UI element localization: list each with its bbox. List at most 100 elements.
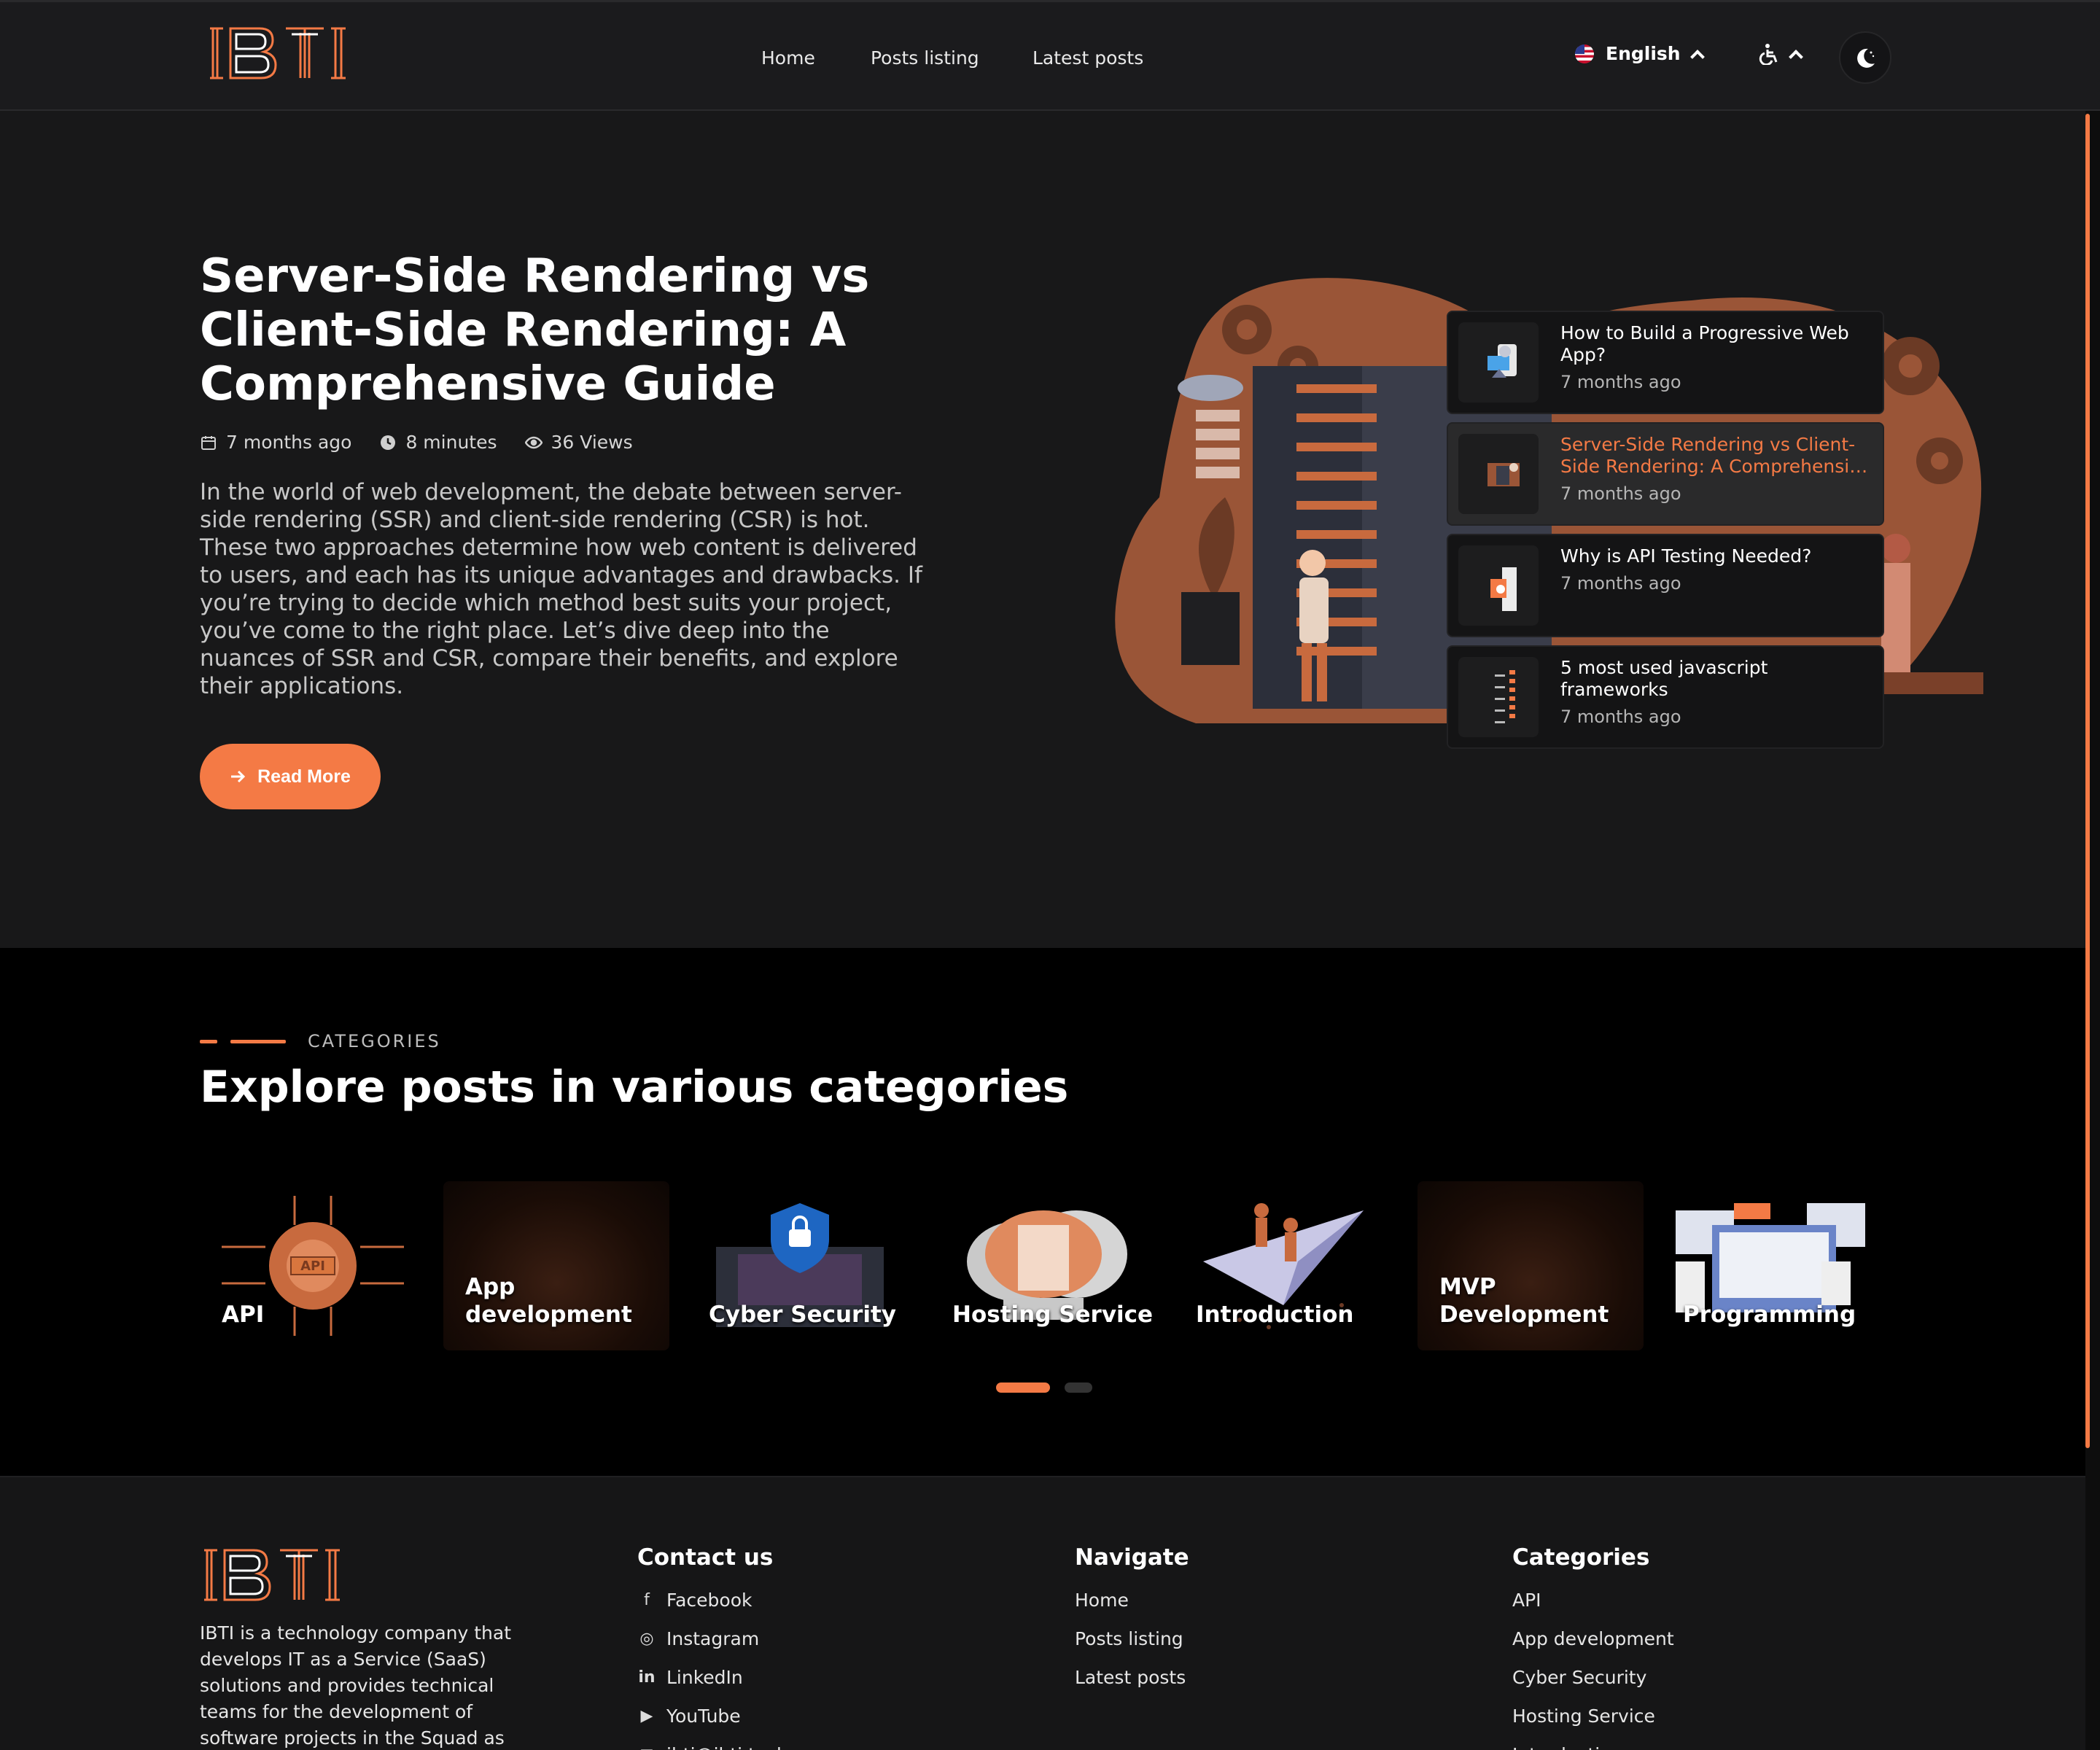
instagram-icon: ◎ <box>639 1630 654 1648</box>
footer-categories: Categories API App development Cyber Sec… <box>1512 1544 1674 1750</box>
recent-post-time: 7 months ago <box>1560 483 1681 504</box>
footer-nav-posts-listing[interactable]: Posts listing <box>1075 1619 1189 1658</box>
footer-nav-latest-posts[interactable]: Latest posts <box>1075 1658 1189 1697</box>
footer-category-app-development[interactable]: App development <box>1512 1619 1674 1658</box>
eyebrow-dash-icon <box>200 1039 286 1043</box>
footer-contact-heading: Contact us <box>637 1544 774 1571</box>
post-date: 7 months ago <box>200 432 351 453</box>
recent-post-title[interactable]: Server-Side Rendering vs Client-Side Ren… <box>1560 434 1872 478</box>
views-text: 36 Views <box>551 432 633 453</box>
footer-link-label: ibti@ibti.tech <box>666 1744 788 1750</box>
footer-category-introduction[interactable]: Introduction <box>1512 1735 1674 1750</box>
nav-latest-posts[interactable]: Latest posts <box>1032 2 1143 113</box>
language-label: English <box>1606 43 1681 64</box>
category-label: Hosting Service <box>952 1302 1154 1328</box>
linkedin-icon: in <box>638 1668 656 1687</box>
language-selector[interactable]: English <box>1575 43 1705 64</box>
post-date-text: 7 months ago <box>226 432 352 453</box>
categories-section: CATEGORIES Explore posts in various cate… <box>0 948 2085 1476</box>
carousel-dot-active[interactable] <box>996 1382 1050 1393</box>
recent-post-time: 7 months ago <box>1560 573 1681 594</box>
footer-link-label: Instagram <box>666 1628 760 1649</box>
post-views: 36 Views <box>524 432 633 453</box>
chevron-up-icon <box>1689 49 1705 64</box>
recent-post-time: 7 months ago <box>1560 372 1681 392</box>
read-more-button[interactable]: Read More <box>200 744 381 809</box>
post-read-time: 8 minutes <box>379 432 497 453</box>
footer-link-email[interactable]: ✉ ibti@ibti.tech <box>637 1735 788 1750</box>
footer-category-api[interactable]: API <box>1512 1581 1674 1619</box>
recent-post-card[interactable]: Why is API Testing Needed? 7 months ago <box>1447 534 1884 637</box>
recent-post-time: 7 months ago <box>1560 707 1681 727</box>
accessibility-icon <box>1759 44 1778 65</box>
calendar-icon <box>201 435 216 450</box>
clock-icon <box>381 435 396 450</box>
category-label: Programming <box>1683 1302 1856 1328</box>
footer-categories-heading: Categories <box>1512 1544 1650 1571</box>
category-card-cyber-security[interactable]: Cyber Security <box>687 1181 913 1350</box>
categories-title: Explore posts in various categories <box>200 1062 1069 1113</box>
mail-icon: ✉ <box>637 1746 656 1750</box>
read-time-text: 8 minutes <box>405 432 497 453</box>
recent-post-title[interactable]: Why is API Testing Needed? <box>1560 545 1872 567</box>
footer-nav-home[interactable]: Home <box>1075 1581 1189 1619</box>
ibti-logo[interactable] <box>206 23 351 84</box>
footer-link-label: LinkedIn <box>666 1667 743 1688</box>
category-card-api[interactable]: API API <box>200 1181 426 1350</box>
category-label: Cyber Security <box>709 1302 896 1328</box>
recent-post-card[interactable]: Server-Side Rendering vs Client-Side Ren… <box>1447 422 1884 526</box>
section-eyebrow: CATEGORIES <box>200 1031 441 1051</box>
category-label: Introduction <box>1196 1302 1354 1328</box>
chevron-up-icon <box>1789 50 1803 64</box>
footer-link-youtube[interactable]: ▶ YouTube <box>637 1697 788 1735</box>
nav-home[interactable]: Home <box>761 2 815 113</box>
category-card-hosting-service[interactable]: Hosting Service <box>930 1181 1156 1350</box>
page-scrollbar[interactable] <box>2085 114 2090 1448</box>
facebook-icon: f <box>644 1591 650 1609</box>
footer-about-text: IBTI is a technology company that develo… <box>200 1622 512 1749</box>
category-label: MVP Development <box>1439 1274 1609 1328</box>
footer-link-label: Facebook <box>666 1590 752 1611</box>
nav-posts-listing[interactable]: Posts listing <box>871 2 979 113</box>
carousel-dot[interactable] <box>1065 1382 1092 1393</box>
eye-icon <box>524 436 542 448</box>
category-label: App development <box>465 1274 632 1328</box>
theme-toggle-button[interactable] <box>1839 31 1891 84</box>
footer-link-label: YouTube <box>666 1706 741 1727</box>
hero-description: In the world of web development, the deb… <box>200 479 922 699</box>
carousel-pagination <box>996 1382 1092 1393</box>
youtube-icon: ▶ <box>640 1707 653 1725</box>
accessibility-menu-button[interactable] <box>1759 43 1803 65</box>
footer-link-linkedin[interactable]: in LinkedIn <box>637 1658 788 1697</box>
svg-text:API: API <box>300 1259 325 1274</box>
moon-icon <box>1857 48 1875 68</box>
recent-posts-list: How to Build a Progressive Web App? 7 mo… <box>1447 311 1884 757</box>
post-thumbnail <box>1458 657 1539 737</box>
recent-post-card[interactable]: How to Build a Progressive Web App? 7 mo… <box>1447 311 1884 414</box>
recent-post-card[interactable]: 5 most used javascript frameworks 7 mont… <box>1447 645 1884 749</box>
recent-post-title[interactable]: 5 most used javascript frameworks <box>1560 657 1872 701</box>
hero-section: Server-Side Rendering vs Client-Side Ren… <box>0 111 2085 948</box>
category-card-app-development[interactable]: App development <box>443 1181 669 1350</box>
categories-carousel: API API App development Cyber Security H… <box>200 1181 1887 1350</box>
site-footer: IBTI is a technology company that develo… <box>0 1476 2085 1750</box>
ibti-logo[interactable] <box>200 1544 346 1606</box>
recent-post-title[interactable]: How to Build a Progressive Web App? <box>1560 322 1872 366</box>
category-card-mvp-development[interactable]: MVP Development <box>1418 1181 1644 1350</box>
post-thumbnail <box>1458 322 1539 402</box>
footer-contact: Contact us f Facebook ◎ Instagram in Linked… <box>637 1544 788 1750</box>
footer-category-cyber-security[interactable]: Cyber Security <box>1512 1658 1674 1697</box>
category-label: API <box>222 1302 265 1328</box>
eyebrow-text: CATEGORIES <box>308 1031 441 1051</box>
site-header: Home Posts listing Latest posts English <box>0 0 2100 111</box>
category-card-introduction[interactable]: Introduction <box>1174 1181 1400 1350</box>
footer-link-instagram[interactable]: ◎ Instagram <box>637 1619 788 1658</box>
footer-link-facebook[interactable]: f Facebook <box>637 1581 788 1619</box>
category-card-programming[interactable]: Programming <box>1661 1181 1887 1350</box>
footer-navigate-heading: Navigate <box>1075 1544 1189 1571</box>
hero-title[interactable]: Server-Side Rendering vs Client-Side Ren… <box>200 249 944 411</box>
read-more-label: Read More <box>257 766 351 787</box>
post-thumbnail <box>1458 434 1539 514</box>
us-flag-icon <box>1575 44 1594 63</box>
footer-category-hosting-service[interactable]: Hosting Service <box>1512 1697 1674 1735</box>
